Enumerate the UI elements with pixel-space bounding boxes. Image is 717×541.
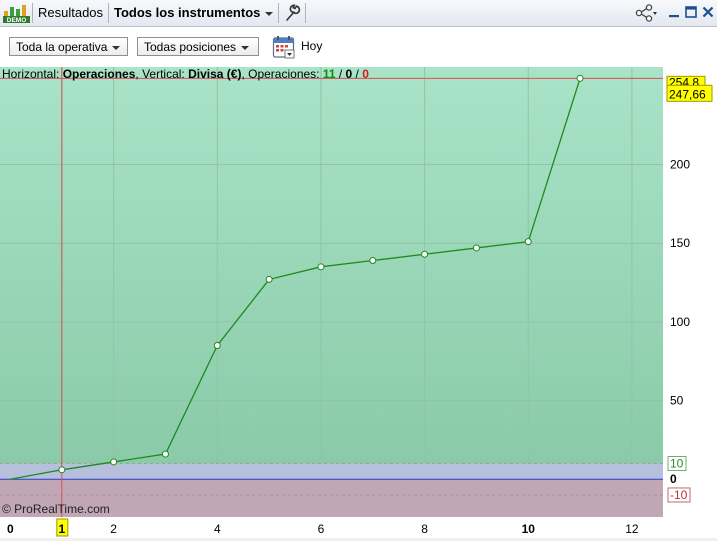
x-tick-label: 4 [214,522,221,536]
operations-separator: / [335,67,346,81]
data-point [58,466,66,474]
chevron-down-icon [112,45,121,50]
data-point [421,250,429,258]
posiciones-select-value: Todas posiciones [144,40,237,54]
x-tick-label: 1 [58,522,65,536]
data-point [524,238,532,246]
data-point [317,263,325,271]
y-tick-label: 50 [670,394,684,408]
cursor-value-label: 247,66 [669,87,706,101]
negative-threshold-label: -10 [670,488,688,502]
x-tick-label: 6 [318,522,325,536]
demo-logo-icon: DEMO [3,5,30,23]
x-tick-label: 2 [110,522,117,536]
x-tick-label: 10 [522,522,536,536]
data-point [265,275,273,283]
chevron-down-icon [241,45,250,50]
vertical-value: Divisa (€) [188,67,242,81]
toolbar-separator [305,3,306,23]
x-tick-label: 12 [625,522,639,536]
chart-svg[interactable]: 50100150200100-10254,8247,660 1 2 4 6 8 10 12 [0,67,717,538]
wrench-icon[interactable] [283,3,301,23]
toolbar-separator [278,3,279,23]
posiciones-select[interactable]: Todas posiciones [137,37,259,56]
y-tick-label: 100 [670,315,690,329]
operations-separator: / [352,67,363,81]
operations-label: , Operaciones: [241,67,323,81]
data-point [213,341,221,349]
copyright-text: © ProRealTime.com [2,502,110,516]
instruments-dropdown[interactable]: Todos los instrumentos [114,0,274,26]
filter-bar: Toda la operativa Todas posiciones Hoy [0,27,717,67]
x-tick-label: 0 [7,522,14,536]
svg-text:DEMO: DEMO [7,17,27,23]
toolbar-separator [108,3,109,23]
positive-threshold-label: 10 [670,457,684,471]
data-point [161,450,169,458]
operations-losing: 0 [362,67,369,81]
y-tick-label: 200 [670,158,690,172]
zero-label: 0 [670,472,677,486]
data-point [576,74,584,82]
operations-total: 11 [322,67,336,81]
vertical-label: , Vertical: [135,67,189,81]
horizontal-value: Operaciones [62,67,136,81]
plot-background [0,67,663,517]
data-point [110,458,118,466]
data-point [472,244,480,252]
toolbar-separator [32,3,33,23]
chevron-down-icon [265,11,274,16]
equity-chart[interactable]: 50 100 150 200 10 0 -10 254,8 247,66 0 1 2 4 6 8 10 12 [0,67,717,538]
tab-results[interactable]: Resultados [38,0,103,26]
horizontal-label: Horizontal: [2,67,63,81]
operativa-select-value: Toda la operativa [16,40,108,54]
calendar-icon[interactable] [272,35,296,59]
chart-info-bar: Horizontal: Operaciones, Vertical: Divis… [2,67,369,83]
instruments-dropdown-label: Todos los instrumentos [114,5,261,20]
y-tick-label: 150 [670,236,690,250]
axis-background [663,67,717,517]
share-icon[interactable] [634,4,658,22]
data-point [369,257,377,265]
x-axis-background [0,517,717,538]
main-toolbar: DEMO Resultados Todos los instrumentos [0,0,717,27]
maximize-icon[interactable] [684,5,698,19]
x-tick-label: 8 [421,522,428,536]
positive-threshold-band [0,463,663,480]
operativa-select[interactable]: Toda la operativa [9,37,128,56]
today-button[interactable]: Hoy [301,39,322,53]
minimize-icon[interactable] [667,5,681,19]
close-icon[interactable] [701,5,715,19]
